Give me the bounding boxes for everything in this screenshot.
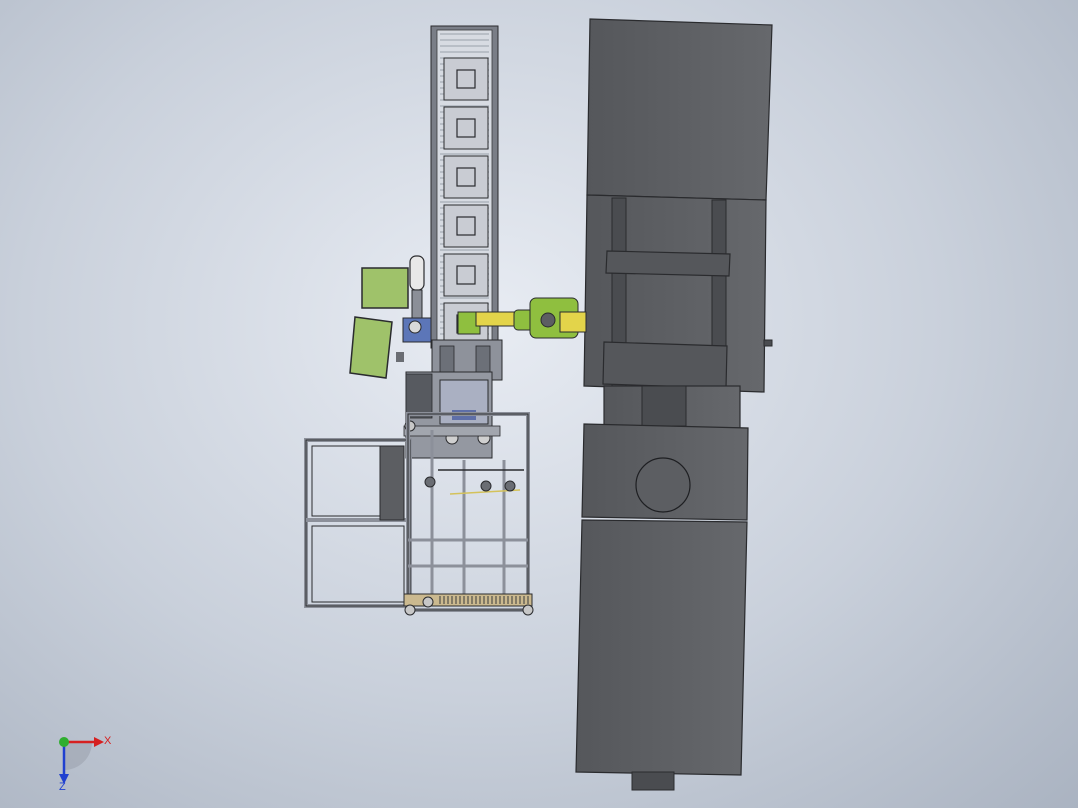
small-robot-arm[interactable]	[409, 255, 425, 291]
pallet-part	[456, 167, 476, 187]
pallet-part	[456, 265, 476, 285]
machine-base[interactable]	[575, 519, 748, 776]
pallet[interactable]	[443, 106, 489, 150]
axis-x-label: X	[104, 735, 112, 747]
machine-connector	[763, 339, 773, 347]
side-box	[396, 352, 404, 362]
small-robot-joint	[408, 320, 422, 334]
rack-bay-top	[311, 445, 381, 517]
axis-z-label: Z	[59, 781, 66, 793]
pallet[interactable]	[443, 155, 489, 199]
pallet-part	[456, 216, 476, 236]
frame-fixture-2	[480, 480, 492, 492]
moving-platen[interactable]	[605, 250, 731, 277]
pallet[interactable]	[443, 204, 489, 248]
caster-left	[404, 604, 416, 616]
assembly-station[interactable]	[403, 339, 503, 459]
rack-bay-bottom	[311, 525, 405, 603]
axis-y-arrow-icon	[59, 737, 69, 747]
station-dark-block	[405, 373, 433, 419]
frame-fixture-3	[504, 480, 516, 492]
machine-clamp-cover[interactable]	[586, 18, 773, 201]
hopper-circle[interactable]	[635, 457, 691, 513]
frame-fixture-1	[424, 476, 436, 488]
robot-forearm[interactable]	[475, 311, 517, 327]
pallet-part	[456, 118, 476, 138]
robot-joint	[540, 312, 556, 328]
injection-machine[interactable]	[575, 18, 773, 791]
caster-mid	[422, 596, 434, 608]
tray-rack[interactable]	[304, 438, 412, 608]
caster-right	[522, 604, 534, 616]
operator-station[interactable]	[349, 255, 432, 379]
triad-shading	[64, 742, 92, 770]
small-robot-link	[411, 289, 423, 321]
station-rail	[403, 425, 501, 437]
pallet[interactable]	[443, 253, 489, 297]
machine-foot	[631, 771, 675, 791]
fixed-platen[interactable]	[602, 341, 728, 389]
neck-inner	[641, 385, 687, 427]
rack-drawer[interactable]	[379, 445, 405, 521]
orientation-triad[interactable]: X Z	[59, 735, 112, 793]
hmi-screen-top[interactable]	[361, 267, 409, 309]
axis-x-head-icon	[94, 737, 104, 747]
hmi-screen-bottom[interactable]	[349, 316, 393, 379]
pallet[interactable]	[443, 57, 489, 101]
cad-viewport[interactable]: X Z	[0, 0, 1078, 808]
robot-base[interactable]	[559, 311, 587, 333]
pallet-part	[456, 69, 476, 89]
pallet-conveyor[interactable]	[430, 25, 499, 349]
